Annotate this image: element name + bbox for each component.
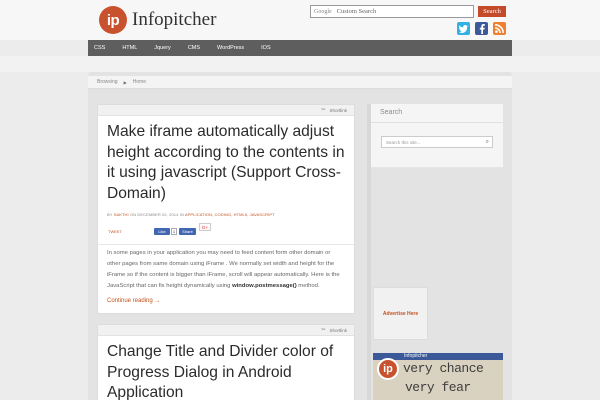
site-logo[interactable]: ip Infopitcher: [99, 6, 216, 34]
sidebar-search-input[interactable]: Search this site... ⌕: [381, 136, 493, 148]
shortlink-link[interactable]: Shortlink: [329, 108, 347, 113]
shortlink-link[interactable]: Shortlink: [329, 328, 347, 333]
google-brand: Google: [314, 8, 332, 15]
post-meta: BY SAKTHI ON DECEMBER 02, 2014 IN APPLIC…: [98, 212, 354, 217]
fb-cover-text-1: very chance: [403, 361, 484, 376]
fb-page-name[interactable]: Infopitcher: [404, 353, 427, 359]
site-header: ip Infopitcher Google Custom Search Sear…: [0, 0, 600, 40]
fb-page-avatar: ip: [377, 358, 399, 380]
post-title[interactable]: Change Title and Divider color of Progre…: [98, 342, 354, 400]
search-icon[interactable]: ⌕: [486, 139, 489, 146]
rss-icon[interactable]: [493, 22, 506, 35]
nav-item-wordpress[interactable]: WordPress: [217, 45, 244, 51]
meta-in: IN: [179, 212, 184, 217]
excerpt-code: window.postmessage(): [232, 283, 297, 289]
sidebar-search-widget: Search Search this site... ⌕: [371, 104, 503, 168]
advertise-box[interactable]: Advertise Here: [373, 287, 428, 340]
main-nav: CSS HTML Jquery CMS WordPress IOS: [88, 40, 512, 56]
tweet-button[interactable]: TWEET: [108, 229, 122, 234]
sidebar-search-title: Search: [380, 109, 403, 116]
post-date: DECEMBER 02, 2014: [137, 212, 179, 217]
nav-item-css[interactable]: CSS: [94, 45, 105, 51]
facebook-icon[interactable]: [475, 22, 488, 35]
post-title[interactable]: Make iframe automatically adjust height …: [98, 122, 354, 204]
share-row: TWEET Like 1 Share G+: [98, 223, 354, 241]
nav-item-html[interactable]: HTML: [122, 45, 137, 51]
search-button[interactable]: Search: [478, 6, 506, 17]
nav-item-ios[interactable]: IOS: [261, 45, 270, 51]
sidebar-separator: [371, 122, 503, 123]
google-search-input[interactable]: Google Custom Search: [310, 5, 474, 18]
site-name: Infopitcher: [132, 9, 217, 30]
post-categories[interactable]: APPLICATION, CODING, HTML5, JAVASCRIPT: [185, 212, 275, 217]
logo-mark: ip: [99, 6, 127, 34]
excerpt-tail: method.: [296, 283, 320, 289]
post-card: ✂ Shortlink Make iframe automatically ad…: [97, 104, 355, 314]
post-header: ✂ Shortlink: [98, 325, 354, 336]
fb-like-button[interactable]: Like: [154, 228, 170, 235]
breadcrumb-arrow-icon: ▶: [123, 79, 127, 85]
breadcrumb-label: Browsing: [97, 79, 118, 85]
header-band: [0, 56, 600, 72]
post-card: ✂ Shortlink Change Title and Divider col…: [97, 324, 355, 400]
nav-item-cms[interactable]: CMS: [188, 45, 200, 51]
shortlink-icon: ✂: [321, 107, 326, 113]
fb-share-button[interactable]: Share: [179, 228, 196, 235]
fb-cover-text-2: very fear: [405, 380, 471, 395]
shortlink-icon: ✂: [321, 327, 326, 333]
breadcrumb-home[interactable]: Home: [133, 79, 146, 85]
sidebar-search-placeholder: Search this site...: [386, 139, 421, 145]
meta-by: BY: [107, 212, 113, 217]
twitter-icon[interactable]: [457, 22, 470, 35]
google-plus-button[interactable]: G+: [199, 223, 211, 231]
fb-like-count: 1: [171, 228, 177, 235]
post-author[interactable]: SAKTHI: [114, 212, 129, 217]
post-header: ✂ Shortlink: [98, 105, 354, 116]
post-excerpt: In some pages in your application you ma…: [98, 245, 354, 292]
breadcrumb: Browsing ▶ Home: [88, 76, 512, 89]
nav-item-jquery[interactable]: Jquery: [154, 45, 171, 51]
continue-reading-link[interactable]: Continue reading →: [98, 298, 354, 304]
meta-on: ON: [129, 212, 137, 217]
search-placeholder: Custom Search: [336, 8, 377, 15]
facebook-page-widget[interactable]: Infopitcher very chance very fear ip: [373, 353, 503, 400]
